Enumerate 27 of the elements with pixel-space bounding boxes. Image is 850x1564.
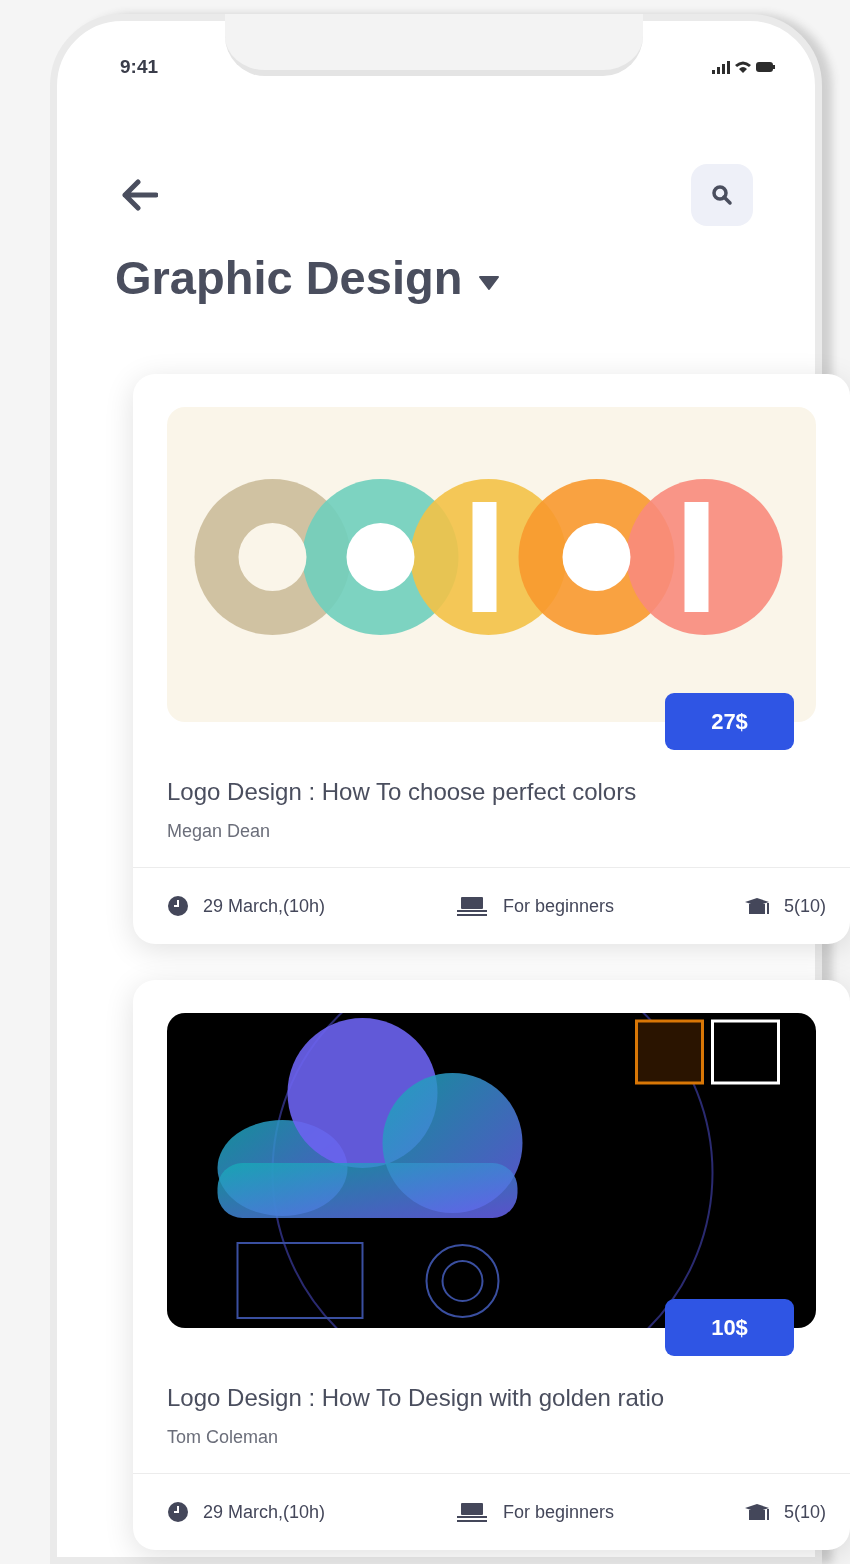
laptop-icon	[455, 1501, 489, 1523]
wifi-icon	[735, 60, 751, 74]
page-title: Graphic Design	[115, 250, 463, 306]
course-card[interactable]: 10$ Logo Design : How To Design with golden ratio Tom Coleman 29 March,(10h) For beginners 5(10)	[133, 980, 850, 1550]
course-score: 5(10)	[783, 1500, 826, 1524]
price-tag: 27$	[665, 693, 794, 750]
author-name: Tom Coleman	[167, 1426, 280, 1449]
course-card[interactable]: 27$ Logo Design : How To choose perfect colors Megan Dean 29 March,(10h) For beginners 5(10)	[133, 374, 850, 944]
course-score: 5(10)	[783, 894, 826, 918]
signal-icon	[712, 60, 730, 74]
status-time: 9:41	[120, 54, 159, 79]
clock-icon	[167, 1501, 189, 1523]
battery-icon	[756, 62, 775, 72]
dropdown-caret-icon[interactable]	[478, 275, 501, 291]
clock-icon	[167, 895, 189, 917]
course-audience: For beginners	[503, 1500, 615, 1524]
course-title: Logo Design : How To Design with golden ratio	[167, 1383, 666, 1413]
search-button[interactable]	[691, 164, 753, 226]
course-date: 29 March,(10h)	[203, 1500, 326, 1524]
course-title: Logo Design : How To choose perfect colors	[167, 777, 638, 807]
price-tag: 10$	[665, 1299, 794, 1356]
back-arrow-icon	[120, 178, 158, 212]
laptop-icon	[455, 895, 489, 917]
search-icon	[711, 184, 733, 206]
course-date: 29 March,(10h)	[203, 894, 326, 918]
author-name: Megan Dean	[167, 820, 272, 843]
course-audience: For beginners	[503, 894, 615, 918]
